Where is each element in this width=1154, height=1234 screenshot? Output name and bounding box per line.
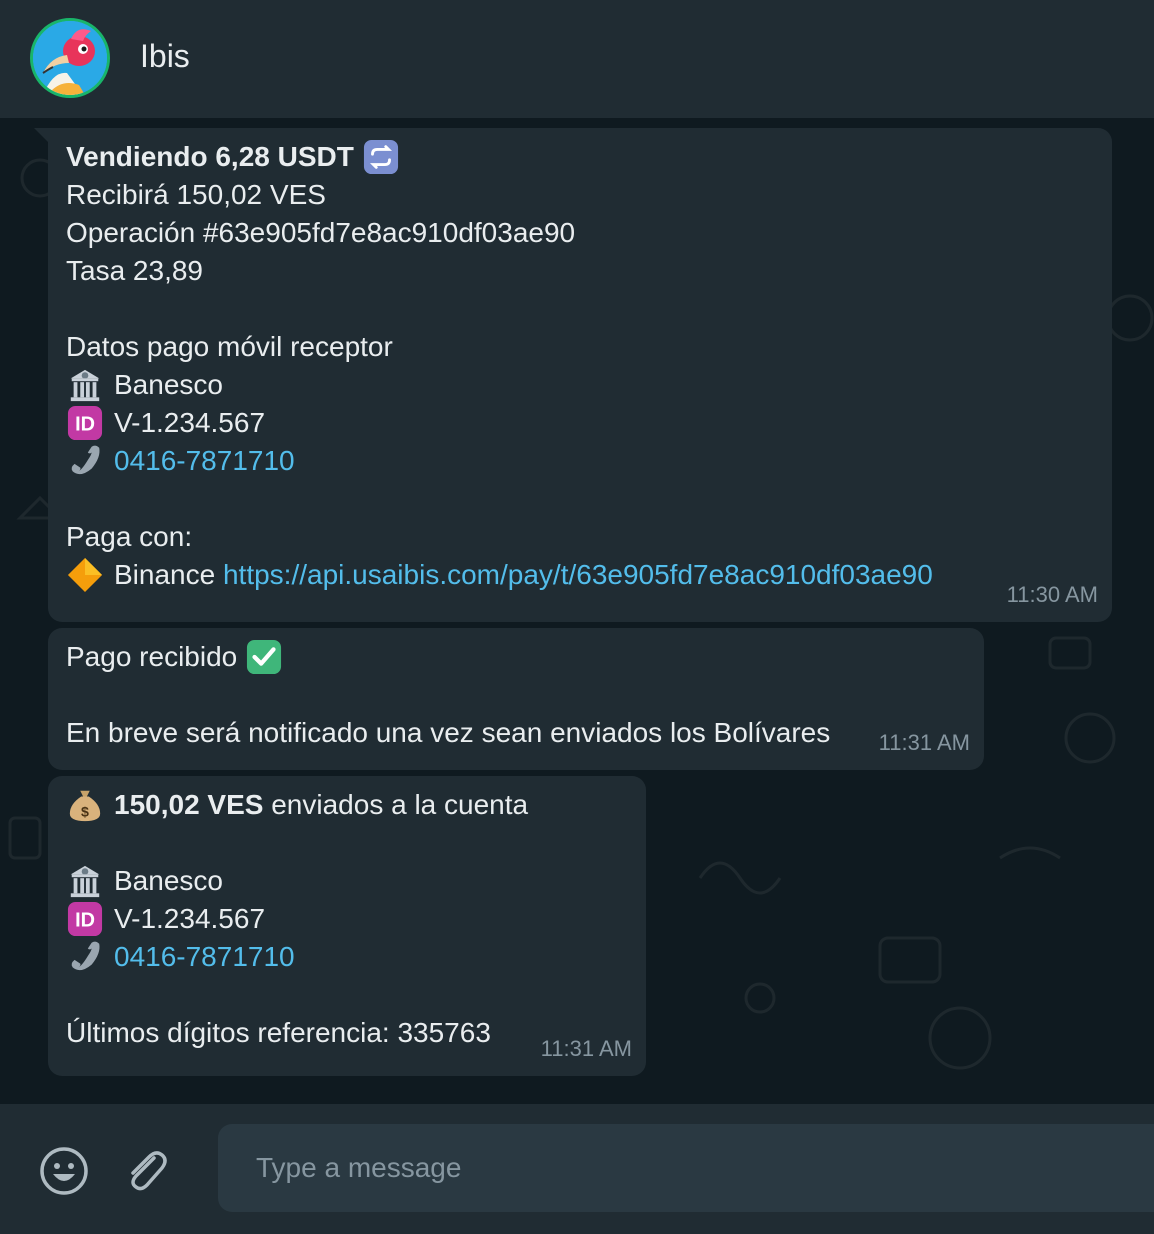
svg-text:ID: ID <box>75 414 95 436</box>
emoji-icon[interactable] <box>39 1146 89 1196</box>
operation-line: Operación #63e905fd7e8ac910df03ae90 <box>66 217 576 248</box>
id-line: ID V-1.234.567 <box>66 404 1094 442</box>
money-bag-icon: $ <box>69 790 101 822</box>
message-time: 11:30 AM <box>1006 582 1098 607</box>
id-icon: ID <box>67 901 103 937</box>
chat-window: Ibis Vendiendo 6,28 USDT Recibirá 150,02… <box>0 0 1154 1234</box>
id-line: ID V-1.234.567 <box>66 900 628 938</box>
message-input[interactable] <box>254 1151 1138 1185</box>
rate-line: Tasa 23,89 <box>66 255 203 286</box>
id-number: V-1.234.567 <box>114 407 266 438</box>
section-title: Datos pago móvil receptor <box>66 331 393 362</box>
message-line: Pago recibido <box>66 638 966 676</box>
chat-header[interactable]: Ibis <box>0 0 1154 118</box>
message-line: Vendiendo 6,28 USDT <box>66 138 1094 176</box>
paperclip-icon[interactable] <box>122 1146 172 1196</box>
payment-received-title: Pago recibido <box>66 641 238 672</box>
sent-amount: 150,02 VES <box>114 789 264 820</box>
repeat-icon <box>363 139 398 175</box>
pay-with-label: Paga con: <box>66 521 193 552</box>
pay-method-name: Binance <box>114 559 216 590</box>
phone-link[interactable]: 0416-7871710 <box>114 938 295 976</box>
id-icon: ID <box>67 405 103 441</box>
payment-link[interactable]: https://api.usaibis.com/pay/t/63e905fd7e… <box>223 556 933 594</box>
receive-line: Recibirá 150,02 VES <box>66 179 326 210</box>
bank-name: Banesco <box>114 865 223 896</box>
message-bubble[interactable]: $ 150,02 VES enviados a la cuenta Banesc… <box>48 776 646 1076</box>
telephone-receiver-icon <box>71 941 100 971</box>
pay-method-line: Binance https://api.usaibis.com/pay/t/63… <box>66 556 1094 594</box>
bank-icon <box>70 369 100 402</box>
phone-line: 0416-7871710 <box>66 938 628 976</box>
phone-link[interactable]: 0416-7871710 <box>114 442 295 480</box>
sent-amount-line: $ 150,02 VES enviados a la cuenta <box>66 786 628 824</box>
message-bubble[interactable]: Vendiendo 6,28 USDT Recibirá 150,02 VES … <box>34 128 1112 622</box>
orange-diamond-icon <box>67 557 103 593</box>
svg-text:$: $ <box>81 804 89 820</box>
sell-title: Vendiendo 6,28 USDT <box>66 141 354 172</box>
contact-name[interactable]: Ibis <box>140 38 190 75</box>
message-list[interactable]: Vendiendo 6,28 USDT Recibirá 150,02 VES … <box>0 118 1154 1104</box>
avatar[interactable] <box>30 18 110 98</box>
bank-line: Banesco <box>66 862 628 900</box>
sent-amount-suffix: enviados a la cuenta <box>263 789 529 820</box>
message-bubble[interactable]: Pago recibido En breve será notificado u… <box>48 628 984 770</box>
telephone-receiver-icon <box>71 445 100 475</box>
check-mark-icon <box>247 639 282 675</box>
phone-line: 0416-7871710 <box>66 442 1094 480</box>
bank-line: Banesco <box>66 366 1094 404</box>
notify-text: En breve será notificado una vez sean en… <box>66 717 831 748</box>
ibis-bird-avatar-icon <box>33 21 107 95</box>
bank-name: Banesco <box>114 369 223 400</box>
svg-text:ID: ID <box>75 910 95 932</box>
bubble-tail <box>34 128 48 142</box>
message-input-box[interactable] <box>218 1124 1154 1212</box>
bank-icon <box>70 865 100 898</box>
id-number: V-1.234.567 <box>114 903 266 934</box>
message-time: 11:31 AM <box>540 1036 632 1061</box>
message-time: 11:31 AM <box>878 730 970 755</box>
